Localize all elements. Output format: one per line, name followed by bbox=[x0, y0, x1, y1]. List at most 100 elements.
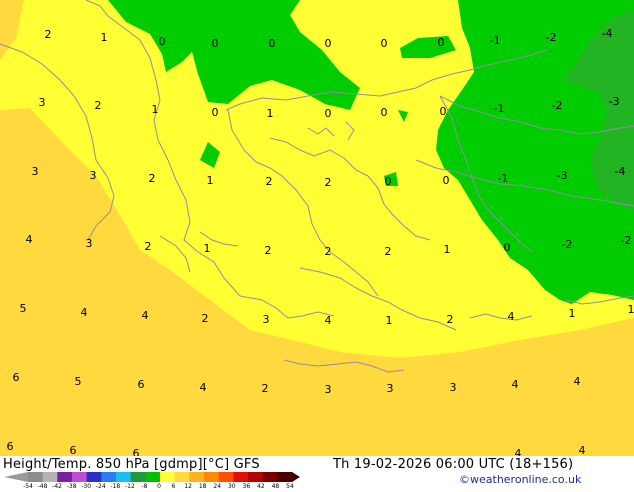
temperature-label: 4 bbox=[574, 376, 581, 388]
colorbar-swatch bbox=[43, 472, 58, 482]
colorbar-tick-label: -54 bbox=[23, 484, 33, 490]
colorbar-swatch bbox=[72, 472, 87, 482]
temperature-label: 3 bbox=[39, 97, 46, 109]
temperature-label: 3 bbox=[90, 170, 97, 182]
temperature-label: 1 bbox=[628, 304, 634, 316]
colorbar-min-arrow bbox=[4, 472, 28, 482]
temperature-label: 1 bbox=[207, 175, 214, 187]
temperature-label: -2 bbox=[562, 239, 573, 251]
colorbar-swatch bbox=[116, 472, 131, 482]
colorbar-swatch bbox=[131, 472, 146, 482]
temperature-label: -1 bbox=[498, 173, 509, 185]
temperature-label: 4 bbox=[26, 234, 33, 246]
colorbar-tick-label: 54 bbox=[286, 484, 294, 490]
temperature-label: 6 bbox=[138, 379, 145, 391]
temperature-label: 0 bbox=[269, 38, 276, 50]
colorbar-tick-label: 42 bbox=[257, 484, 265, 490]
colorbar-swatch bbox=[101, 472, 116, 482]
temperature-label: 0 bbox=[440, 106, 447, 118]
colorbar-swatch bbox=[219, 472, 234, 482]
colorbar-swatch bbox=[175, 472, 190, 482]
temperature-label: -2 bbox=[546, 32, 557, 44]
colorbar-swatch bbox=[145, 472, 160, 482]
temperature-label: 4 bbox=[81, 307, 88, 319]
temperature-label: 4 bbox=[512, 379, 519, 391]
temperature-label: 0 bbox=[443, 175, 450, 187]
temperature-label: 0 bbox=[325, 108, 332, 120]
colorbar-swatch bbox=[248, 472, 263, 482]
temperature-label: 0 bbox=[438, 37, 445, 49]
temperature-label: 2 bbox=[45, 29, 52, 41]
colorbar-swatch bbox=[189, 472, 204, 482]
temperature-label: 2 bbox=[202, 313, 209, 325]
colorbar-swatch bbox=[263, 472, 278, 482]
temperature-label: 3 bbox=[263, 314, 270, 326]
colorbar-tick-label: -24 bbox=[96, 484, 106, 490]
colorbar-tick-label: -30 bbox=[81, 484, 91, 490]
temperature-label: 1 bbox=[444, 244, 451, 256]
colorbar-max-arrow bbox=[292, 472, 300, 482]
temperature-label: -2 bbox=[552, 100, 563, 112]
temperature-label: 1 bbox=[386, 315, 393, 327]
colorbar-tick-label: 12 bbox=[184, 484, 192, 490]
temperature-label: 3 bbox=[387, 383, 394, 395]
valid-time: Th 19-02-2026 06:00 UTC (18+156) bbox=[333, 457, 573, 472]
temperature-label: 3 bbox=[32, 166, 39, 178]
temperature-label: -3 bbox=[609, 96, 620, 108]
temperature-label: 4 bbox=[508, 311, 515, 323]
colorbar-swatch bbox=[57, 472, 72, 482]
temperature-label: 4 bbox=[325, 315, 332, 327]
temperature-label: 0 bbox=[212, 38, 219, 50]
colorbar-swatch bbox=[233, 472, 248, 482]
colorbar-tick-label: 6 bbox=[172, 484, 176, 490]
temperature-label: 3 bbox=[86, 238, 93, 250]
colorbar-tick-label: -18 bbox=[110, 484, 120, 490]
temperature-label: -3 bbox=[557, 170, 568, 182]
colorbar-tick-label: -8 bbox=[141, 484, 147, 490]
colorbar-ticks: -54-48-42-38-30-24-18-12-806121824303642… bbox=[28, 484, 298, 492]
temperature-label: 2 bbox=[145, 241, 152, 253]
temperature-label: 2 bbox=[266, 176, 273, 188]
colorbar-tick-label: 48 bbox=[272, 484, 280, 490]
colorbar-tick-label: -48 bbox=[38, 484, 48, 490]
temperature-label: 0 bbox=[381, 38, 388, 50]
temperature-label: 0 bbox=[325, 38, 332, 50]
temperature-label: -1 bbox=[490, 35, 501, 47]
temperature-label: 2 bbox=[447, 314, 454, 326]
temperature-label: 5 bbox=[75, 376, 82, 388]
colorbar bbox=[2, 470, 302, 484]
colorbar-tick-label: 24 bbox=[213, 484, 221, 490]
colorbar-tick-label: -38 bbox=[67, 484, 77, 490]
temperature-label: 0 bbox=[159, 36, 166, 48]
temperature-label: 3 bbox=[450, 382, 457, 394]
colorbar-tick-label: 0 bbox=[157, 484, 161, 490]
temperature-label: -2 bbox=[621, 235, 632, 247]
temperature-label: 5 bbox=[20, 303, 27, 315]
credit-link[interactable]: ©weatheronline.co.uk bbox=[459, 473, 581, 486]
temperature-label: 1 bbox=[267, 108, 274, 120]
colorbar-tick-label: -12 bbox=[125, 484, 135, 490]
temperature-label: 1 bbox=[569, 308, 576, 320]
weather-map: 21000000-1-2-432101000-1-2-333212200-1-3… bbox=[0, 0, 634, 490]
temperature-label: 2 bbox=[95, 100, 102, 112]
temperature-label: -1 bbox=[494, 103, 505, 115]
colorbar-tick-label: 30 bbox=[228, 484, 236, 490]
temperature-label: 2 bbox=[325, 177, 332, 189]
temperature-label: 0 bbox=[385, 176, 392, 188]
temperature-label: 4 bbox=[200, 382, 207, 394]
colorbar-swatch bbox=[160, 472, 175, 482]
footer-bar: Height/Temp. 850 hPa [gdmp][°C] GFS Th 1… bbox=[0, 456, 634, 490]
colorbar-swatch bbox=[204, 472, 219, 482]
map-canvas bbox=[0, 0, 634, 490]
temperature-label: 6 bbox=[13, 372, 20, 384]
temperature-label: 2 bbox=[385, 246, 392, 258]
temperature-label: 2 bbox=[325, 246, 332, 258]
temperature-label: 0 bbox=[212, 107, 219, 119]
colorbar-swatch bbox=[28, 472, 43, 482]
temperature-label: 0 bbox=[504, 242, 511, 254]
temperature-label: 3 bbox=[325, 384, 332, 396]
temperature-label: -4 bbox=[615, 166, 626, 178]
colorbar-swatch bbox=[87, 472, 102, 482]
colorbar-tick-label: -42 bbox=[52, 484, 62, 490]
colorbar-tick-label: 36 bbox=[243, 484, 251, 490]
